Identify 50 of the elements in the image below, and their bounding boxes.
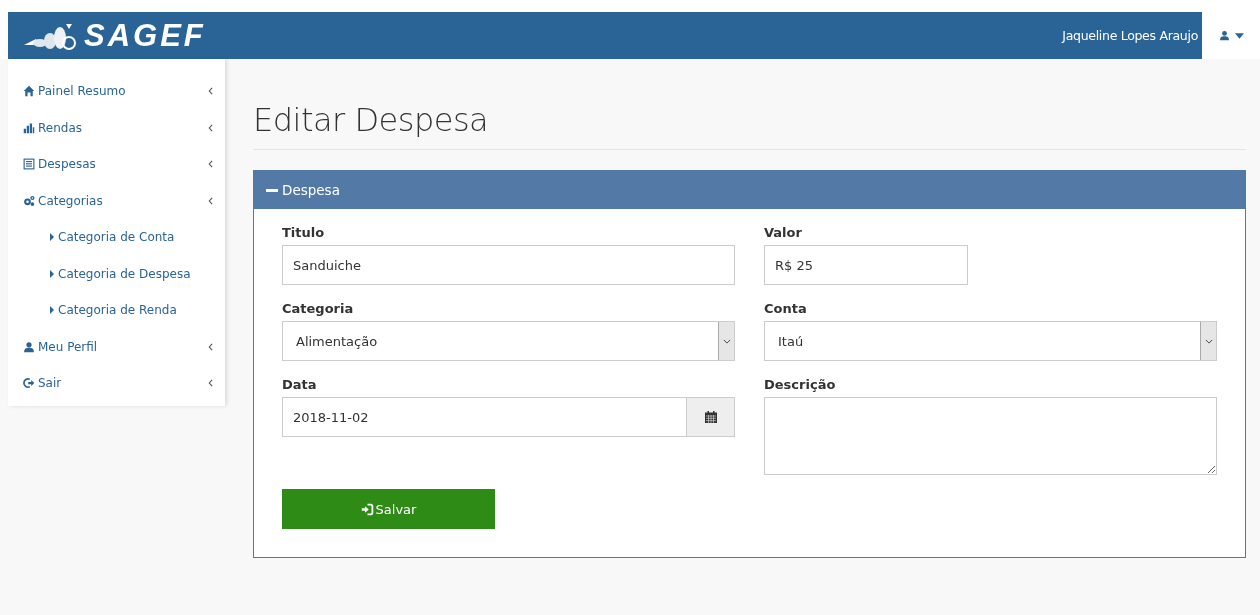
field-label: Descrição — [764, 377, 837, 392]
chevron-down-icon — [722, 338, 731, 344]
caret-down-icon — [1234, 32, 1244, 39]
bar-chart-icon — [23, 121, 35, 134]
sidebar-item[interactable]: Rendas — [8, 109, 225, 146]
save-button[interactable]: Salvar — [282, 489, 495, 529]
sign-out-icon — [23, 377, 35, 390]
sidebar-subitem[interactable]: Categoria de Despesa — [8, 255, 225, 292]
chevron-left-icon — [208, 196, 213, 205]
chevron-down-icon — [1204, 338, 1213, 344]
sidebar-subitem[interactable]: Categoria de Renda — [8, 292, 225, 329]
field-label: Categoria — [282, 301, 355, 316]
panel-header[interactable]: Despesa — [254, 171, 1245, 209]
field-label: Data — [282, 377, 318, 392]
user-name: Jaqueline Lopes Araujo — [1062, 28, 1199, 43]
user-icon — [1218, 30, 1230, 41]
input-field[interactable]: Sanduiche — [282, 245, 735, 285]
field-label: Valor — [764, 225, 803, 240]
user-icon — [23, 340, 35, 353]
select-field[interactable]: Itaú — [764, 321, 1217, 361]
field-label: Conta — [764, 301, 808, 316]
chevron-left-icon — [208, 160, 213, 169]
caret-right-icon — [50, 269, 54, 278]
sidebar-item[interactable]: Sair — [8, 365, 225, 402]
chevron-left-icon — [208, 342, 213, 351]
brand-name[interactable]: SAGEF — [84, 17, 206, 54]
calendar-button[interactable] — [686, 397, 735, 437]
sidebar-item[interactable]: Despesas — [8, 146, 225, 183]
chevron-left-icon — [208, 379, 213, 388]
page-title: Editar Despesa — [253, 101, 1246, 150]
minus-icon — [266, 188, 278, 192]
calendar-icon — [704, 411, 717, 423]
select-field[interactable]: Alimentação — [282, 321, 735, 361]
chevron-left-icon — [208, 87, 213, 96]
sidebar-item[interactable]: Painel Resumo — [8, 73, 225, 110]
user-menu-button[interactable] — [1202, 12, 1260, 59]
chevron-left-icon — [208, 123, 213, 132]
sidebar-item[interactable]: Categorias — [8, 182, 225, 219]
input-field[interactable]: R$ 25 — [764, 245, 968, 285]
date-field[interactable]: 2018-11-02 — [282, 397, 686, 437]
sign-in-icon — [360, 502, 374, 516]
description-field[interactable] — [764, 397, 1217, 475]
sidebar-subitem[interactable]: Categoria de Conta — [8, 219, 225, 256]
home-icon — [23, 85, 35, 98]
caret-right-icon — [50, 306, 54, 315]
list-icon — [23, 158, 35, 171]
sidebar-item[interactable]: Meu Perfil — [8, 328, 225, 365]
gears-icon — [23, 194, 35, 207]
field-label: Titulo — [282, 225, 326, 240]
caret-right-icon — [50, 233, 54, 242]
